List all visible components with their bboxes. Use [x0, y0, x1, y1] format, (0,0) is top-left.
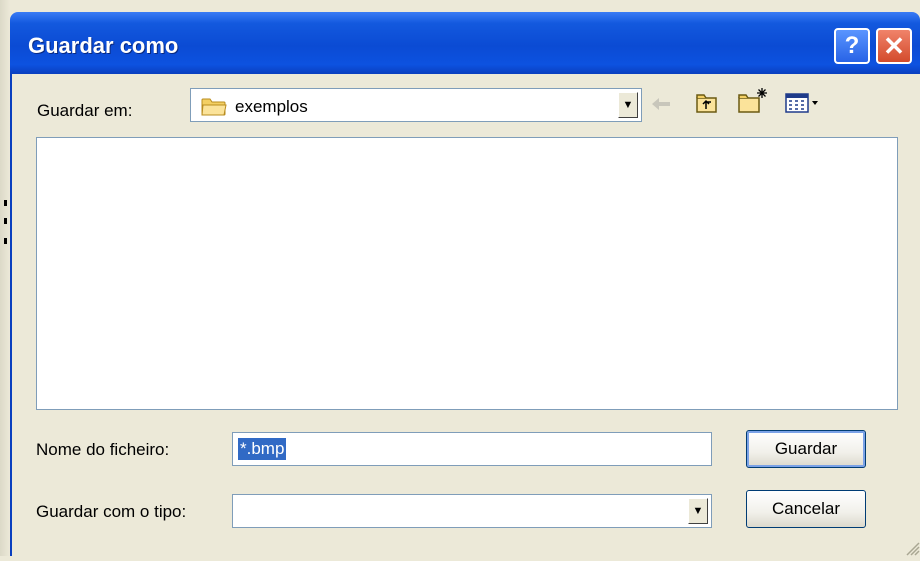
up-folder-icon[interactable]	[694, 90, 720, 116]
back-arrow-icon[interactable]	[650, 92, 672, 116]
edge-mark	[4, 218, 7, 224]
background-window-edge	[0, 0, 10, 556]
dialog-body: Guardar em: exemplos ▼ Nome do ficheiro:…	[10, 74, 920, 556]
edge-mark	[4, 238, 7, 244]
chevron-down-icon[interactable]: ▼	[618, 92, 638, 118]
cancel-button[interactable]: Cancelar	[746, 490, 866, 528]
resize-grip-icon[interactable]	[904, 540, 920, 556]
folder-icon	[201, 98, 227, 116]
save-in-combobox[interactable]: exemplos ▼	[190, 88, 642, 122]
save-in-label: Guardar em:	[37, 101, 133, 120]
title-bar[interactable]: Guardar como ? ✕	[10, 12, 920, 74]
filename-label: Nome do ficheiro:	[36, 440, 170, 459]
current-folder: exemplos	[235, 97, 308, 116]
window-title: Guardar como	[28, 33, 179, 58]
save-button[interactable]: Guardar	[746, 430, 866, 468]
filename-value: *.bmp	[238, 438, 287, 460]
close-button[interactable]: ✕	[876, 28, 912, 64]
filetype-label: Guardar com o tipo:	[36, 502, 187, 521]
help-button[interactable]: ?	[834, 28, 870, 64]
filename-input[interactable]: *.bmp	[232, 432, 712, 466]
chevron-down-icon[interactable]: ▼	[688, 498, 708, 524]
new-folder-icon[interactable]	[736, 86, 770, 116]
filetype-combobox[interactable]: ▼	[232, 494, 712, 528]
file-list[interactable]	[36, 137, 898, 410]
view-menu-icon[interactable]	[784, 90, 824, 116]
edge-mark	[4, 200, 7, 206]
